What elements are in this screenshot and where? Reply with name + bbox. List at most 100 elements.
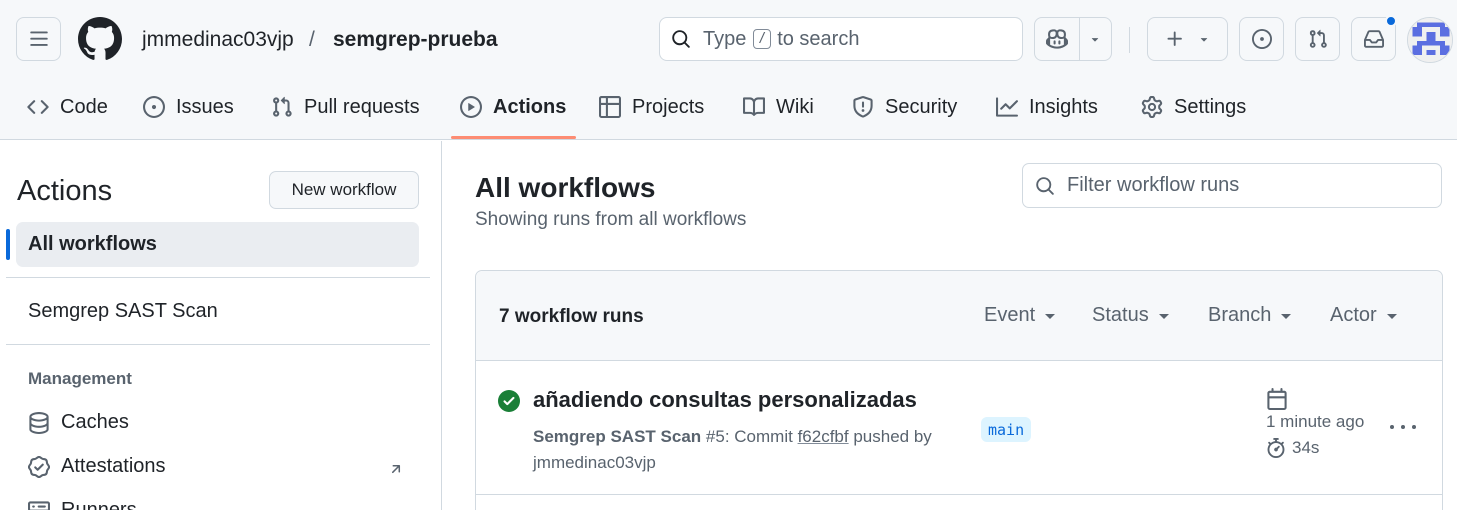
tab-label: Issues [176,95,234,118]
run-duration: 34s [1292,438,1320,457]
sidebar-item-caches[interactable]: Caches [28,411,129,434]
dropdown-label: Branch [1208,304,1272,326]
runs-count: 7 workflow runs [499,306,644,327]
search-suffix-text: to search [777,27,860,50]
actor-filter-dropdown[interactable]: Actor [1330,304,1397,327]
breadcrumb-separator: / [309,28,315,51]
run-actor: jmmedinac03vjp [533,453,656,472]
active-tab-indicator [451,136,576,139]
search-icon [672,30,690,48]
copilot-button[interactable] [1035,18,1080,60]
header-divider [1129,27,1130,53]
workflow-runs-box: 7 workflow runs Event Status Branch Acto… [475,270,1443,510]
git-pull-request-icon [1309,29,1327,48]
tab-code[interactable]: Code [27,88,108,126]
status-filter-dropdown[interactable]: Status [1092,304,1169,327]
tab-actions[interactable]: Actions [460,88,566,126]
shield-icon [853,96,873,118]
run-title-link[interactable]: añadiendo consultas personalizadas [533,387,917,413]
check-circle-fill-icon [498,390,520,412]
run-commit-prefix: : Commit [724,427,793,446]
issue-icon [143,96,165,118]
branch-filter-dropdown[interactable]: Branch [1208,304,1292,327]
tab-label: Settings [1174,95,1247,118]
graph-icon [996,97,1018,117]
sidebar-item-runners[interactable]: Runners [28,499,137,510]
run-time-ago: 1 minute ago [1266,412,1365,431]
run-workflow-name: Semgrep SAST Scan [533,427,702,446]
copilot-button-group [1034,17,1112,61]
tab-pull-requests[interactable]: Pull requests [271,88,420,126]
workflow-runs-header: 7 workflow runs Event Status Branch Acto… [476,271,1442,361]
search-icon [1036,176,1054,195]
search-prefix-text: Type [703,27,747,50]
event-filter-dropdown[interactable]: Event [984,304,1056,327]
hamburger-icon [29,31,48,46]
inbox-icon [1363,30,1384,48]
active-item-indicator [6,229,10,260]
branch-label[interactable]: main [981,417,1032,442]
management-heading: Management [28,369,132,388]
issue-opened-icon [1251,29,1272,49]
tab-label: Code [60,95,108,118]
sidebar-border [441,141,442,510]
triangle-down-icon [1092,38,1099,42]
gear-icon [1141,96,1163,118]
copilot-icon [1045,29,1068,49]
global-header: jmmedinac03vjp / semgrep-prueba Type / t… [0,0,1457,140]
tab-label: Security [885,95,958,118]
avatar[interactable] [1407,17,1453,63]
book-icon [743,97,765,116]
tab-label: Pull requests [304,95,420,118]
plus-icon [1167,31,1182,46]
run-options-kebab-icon[interactable] [1390,417,1416,437]
triangle-down-icon [1281,314,1292,319]
create-new-button[interactable] [1147,17,1228,61]
tab-security[interactable]: Security [852,88,957,126]
breadcrumb-repo[interactable]: semgrep-prueba [333,27,498,53]
database-icon [29,411,49,434]
tab-insights[interactable]: Insights [996,88,1098,126]
tab-label: Insights [1029,95,1098,118]
pull-request-icon [273,96,292,117]
new-workflow-button[interactable]: New workflow [269,171,419,209]
dropdown-label: Status [1092,304,1149,326]
commit-sha-link[interactable]: f62cfbf [798,427,849,446]
sidebar-item-attestations[interactable]: Attestations [28,455,166,478]
sidebar-item-label: Caches [61,411,129,433]
search-shortcut-key: / [753,29,772,49]
github-logo-icon[interactable] [78,17,122,61]
tab-issues[interactable]: Issues [143,88,234,126]
calendar-icon [1267,388,1287,410]
filter-placeholder: Filter workflow runs [1067,174,1240,196]
tab-settings[interactable]: Settings [1141,88,1246,126]
issues-button[interactable] [1239,17,1284,61]
filter-workflow-runs-input[interactable]: Filter workflow runs [1022,163,1442,208]
sidebar-item-semgrep-sast-scan[interactable]: Semgrep SAST Scan [28,300,218,323]
table-icon [599,96,621,118]
sidebar-title: Actions [17,175,113,207]
stopwatch-icon [1267,438,1285,458]
sidebar-item-label: Attestations [61,455,166,477]
page-subtitle: Showing runs from all workflows [475,209,747,230]
run-timing: 1 minute ago 34s [1266,388,1364,458]
triangle-down-icon [1386,314,1397,319]
breadcrumb-owner[interactable]: jmmedinac03vjp [142,27,294,53]
menu-button[interactable] [16,17,61,61]
notification-indicator [1385,15,1397,27]
pull-requests-button[interactable] [1295,17,1340,61]
sidebar-item-label: All workflows [28,233,157,255]
sidebar-divider [6,277,430,278]
triangle-down-icon [1200,38,1207,42]
dropdown-label: Event [984,304,1036,326]
triangle-down-icon [1045,314,1056,319]
verified-icon [28,455,50,478]
copilot-dropdown-button[interactable] [1080,18,1111,60]
global-search-input[interactable]: Type / to search [659,17,1023,61]
tab-projects[interactable]: Projects [599,88,704,126]
tab-label: Projects [632,95,705,118]
sidebar-item-label: Runners [61,499,137,510]
table-row[interactable]: añadiendo consultas personalizadas Semgr… [476,362,1442,495]
run-pushed-by: pushed by [853,427,932,446]
tab-wiki[interactable]: Wiki [743,88,814,126]
